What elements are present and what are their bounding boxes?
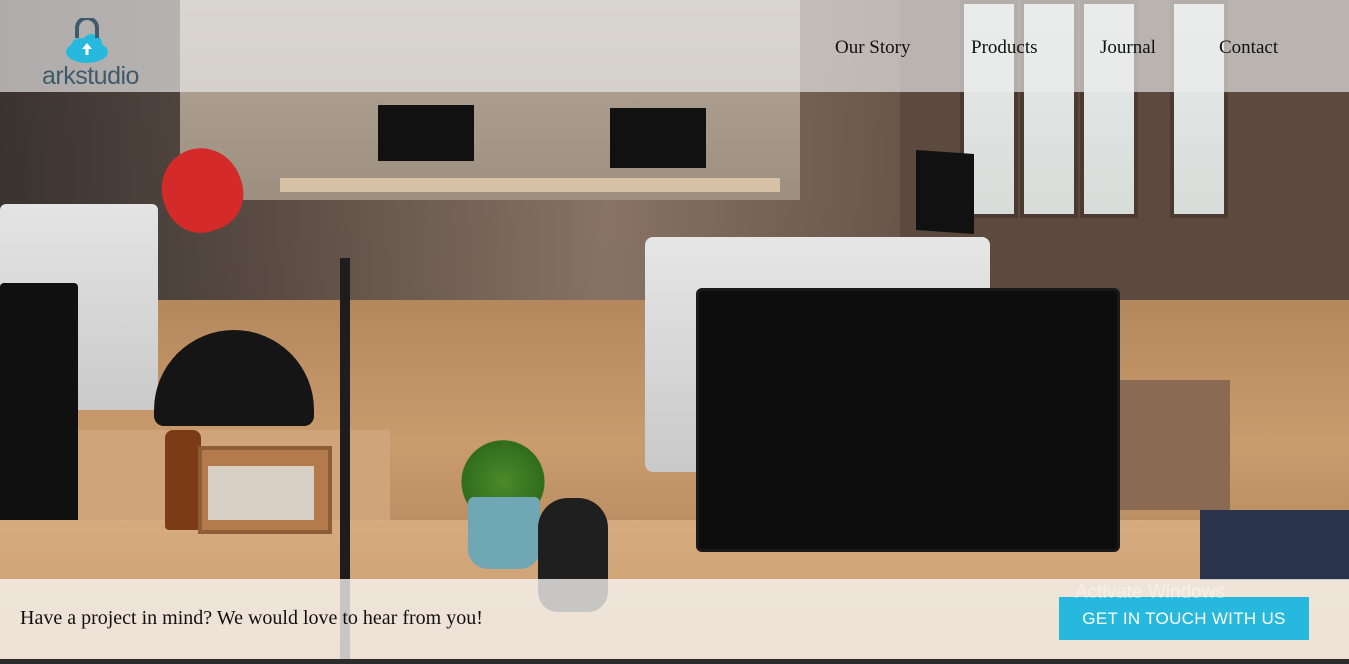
nav-item-contact[interactable]: Contact [1219,36,1278,60]
main-nav: Our Story Products Journal Contact [0,36,1349,62]
bottom-strip [0,659,1349,664]
monitor-screen [0,283,78,528]
monitor [378,105,474,161]
monitor-screen [696,288,1120,552]
back-desk [280,178,780,192]
nav-item-products[interactable]: Products [971,36,1038,60]
logo-text: arkstudio [42,62,139,90]
padlock-shackle-icon [75,18,99,38]
cardboard-box [1110,380,1230,510]
monitor [916,149,974,235]
nav-item-journal[interactable]: Journal [1100,36,1156,60]
activate-windows-watermark: Activate Windows [1075,582,1225,603]
plant-pot [468,497,540,569]
plant [458,430,548,504]
cta-text: Have a project in mind? We would love to… [20,607,483,629]
nav-item-our-story[interactable]: Our Story [835,36,910,60]
books [1200,510,1349,580]
hero-background-image [0,0,1349,664]
top-navigation-bar: arkstudio Our Story Products Journal Con… [0,0,1349,92]
bottle [165,430,201,530]
radio-face [208,466,314,520]
monitor [610,108,706,168]
